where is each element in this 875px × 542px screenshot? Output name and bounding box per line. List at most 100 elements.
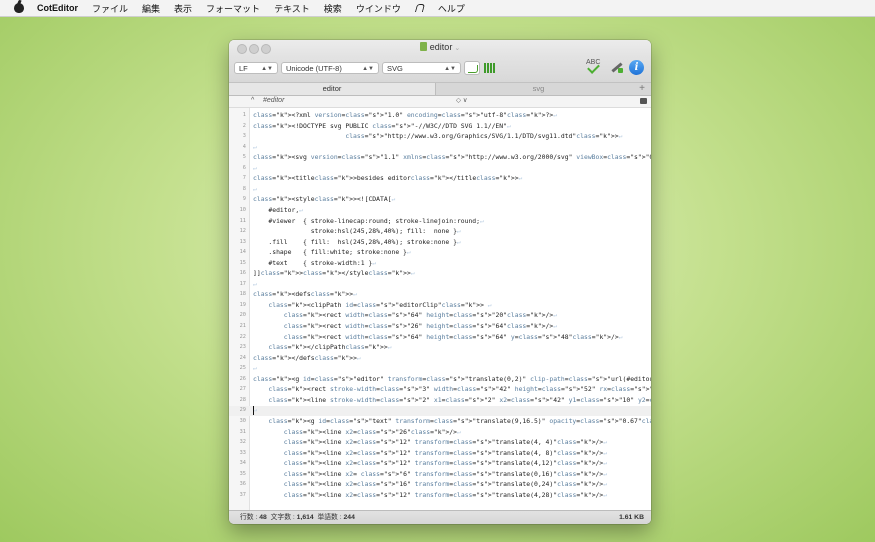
- code-line[interactable]: 32 class="k"><line x2=class="s">"12" tra…: [229, 438, 651, 448]
- code-line[interactable]: 26 class="k"><g id=class="s">"editor" tra…: [229, 375, 651, 385]
- code-text: ↵: [253, 142, 257, 151]
- line-number: 22: [239, 333, 246, 340]
- code-line[interactable]: 29 ↵: [229, 406, 651, 416]
- words-label: 単語数 :: [317, 514, 342, 521]
- code-text: class="k"></clipPathclass="k">>↵: [268, 343, 392, 352]
- outline-menu[interactable]: #editor: [263, 97, 284, 104]
- menu-view[interactable]: 表示: [174, 2, 192, 15]
- menu-app-name[interactable]: CotEditor: [37, 3, 78, 13]
- line-number: 18: [239, 291, 246, 298]
- code-line[interactable]: 18 class="k"><defsclass="k">>↵: [229, 290, 651, 300]
- document-stats: 行数 : 48 文字数 : 1,614 単語数 : 244: [240, 511, 355, 524]
- code-text: class="k"><line x2=class="s">"12" transf…: [283, 459, 608, 468]
- script-icon[interactable]: [415, 3, 424, 13]
- code-text: class="k"><line x2=class="s">"12" transf…: [283, 490, 608, 499]
- add-tab-button[interactable]: +: [639, 83, 645, 95]
- tab-editor[interactable]: editor: [229, 83, 435, 95]
- file-size: 1.61 KB: [619, 514, 644, 521]
- code-text: class="k"><styleclass="k">><![CDATA[↵: [253, 195, 396, 204]
- syntax-popup[interactable]: SVG ▲▼: [382, 62, 461, 74]
- code-line[interactable]: 17 ↵: [229, 280, 651, 290]
- code-line[interactable]: 36 class="k"><line x2=class="s">"16" tra…: [229, 480, 651, 490]
- menu-file[interactable]: ファイル: [92, 2, 128, 15]
- editor-window: editor ⌄ LF ▲▼ Unicode (UTF-8) ▲▼ SVG ▲▼ ABC…: [229, 40, 651, 524]
- code-line[interactable]: 13 .fill { fill: hsl(245,28%,40%); strok…: [229, 238, 651, 248]
- code-line[interactable]: 31 class="k"><line x2=class="s">"26"clas…: [229, 428, 651, 438]
- code-text: class="k"><titleclass="k">>besides edito…: [253, 174, 523, 183]
- code-line[interactable]: 22 class="k"><rect width=class="s">"64" …: [229, 333, 651, 343]
- code-line[interactable]: 35 class="k"><line x2= class="s">"6" tra…: [229, 470, 651, 480]
- code-line[interactable]: 11 #viewer { stroke-linecap:round; strok…: [229, 217, 651, 227]
- code-line[interactable]: 9 class="k"><styleclass="k">><![CDATA[↵: [229, 195, 651, 205]
- menu-help[interactable]: ヘルプ: [438, 2, 465, 15]
- code-line[interactable]: 19 class="k"><clipPath id=class="s">"edi…: [229, 301, 651, 311]
- line-number: 9: [242, 196, 246, 203]
- outline-nav-arrows[interactable]: ◇ ∨: [456, 96, 468, 104]
- text-editor[interactable]: 1 class="k"><?xml version=class="s">"1.0"…: [229, 108, 651, 511]
- code-text: ↵: [253, 279, 257, 288]
- code-line[interactable]: 30 class="k"><g id=class="s">"text" tran…: [229, 417, 651, 427]
- tab-svg[interactable]: svg: [435, 83, 641, 95]
- code-text: ↵: [253, 184, 257, 193]
- line-number: 29: [239, 407, 246, 414]
- code-line[interactable]: 24 class="k"></defsclass="k">>↵: [229, 354, 651, 364]
- code-line[interactable]: 34 class="k"><line x2=class="s">"12" tra…: [229, 459, 651, 469]
- code-line[interactable]: 14 .shape { fill:white; stroke:none }↵: [229, 248, 651, 258]
- line-number: 23: [239, 344, 246, 351]
- code-line[interactable]: 8 ↵: [229, 185, 651, 195]
- code-text: class="s">"http://www.w3.org/Graphics/SV…: [345, 132, 623, 141]
- document-icon: [419, 42, 427, 51]
- code-line[interactable]: 25 ↵: [229, 364, 651, 374]
- menu-find[interactable]: 検索: [324, 2, 342, 15]
- menu-format[interactable]: フォーマット: [206, 2, 260, 15]
- code-text: #editor,↵: [253, 205, 304, 214]
- chevron-down-icon[interactable]: ⌄: [454, 45, 460, 52]
- code-line[interactable]: 37 class="k"><line x2=class="s">"12" tra…: [229, 491, 651, 501]
- line-number: 36: [239, 481, 246, 488]
- code-line[interactable]: 5 class="k"><svg version=class="s">"1.1" …: [229, 153, 651, 163]
- code-text: class="k"><rect stroke-width=class="s">"…: [268, 385, 651, 394]
- menu-window[interactable]: ウインドウ: [356, 2, 401, 15]
- split-editor-icon[interactable]: [640, 98, 647, 104]
- title-bar[interactable]: editor ⌄: [229, 40, 651, 56]
- code-text: class="k"><clipPath id=class="s">"editor…: [268, 300, 492, 309]
- code-line[interactable]: 1 class="k"><?xml version=class="s">"1.0"…: [229, 111, 651, 121]
- code-line[interactable]: 4 ↵: [229, 143, 651, 153]
- code-line[interactable]: 2 class="k"><!DOCTYPE svg PUBLIC class="s…: [229, 122, 651, 132]
- caret-up-icon[interactable]: ^: [251, 97, 254, 104]
- code-line[interactable]: 7 class="k"><titleclass="k">>besides edit…: [229, 174, 651, 184]
- chars-count: 1,614: [296, 514, 314, 521]
- line-ending-popup[interactable]: LF ▲▼: [234, 62, 278, 74]
- code-line[interactable]: 28 class="k"><line stroke-width=class="s…: [229, 396, 651, 406]
- line-number: 24: [239, 354, 246, 361]
- code-line[interactable]: 6 ↵: [229, 164, 651, 174]
- line-number: 33: [239, 449, 246, 456]
- code-line[interactable]: 10 #editor,↵: [229, 206, 651, 216]
- code-text: class="k"><line x2=class="s">"16" transf…: [283, 480, 608, 489]
- apple-icon[interactable]: [14, 3, 24, 13]
- code-text: class="k"><?xml version=class="s">"1.0" …: [253, 111, 558, 119]
- code-text: class="k"><!DOCTYPE svg PUBLIC class="s"…: [253, 121, 511, 130]
- encoding-popup[interactable]: Unicode (UTF-8) ▲▼: [281, 62, 379, 74]
- code-line[interactable]: 15 #text { stroke-width:1 }↵: [229, 259, 651, 269]
- menu-edit[interactable]: 編集: [142, 2, 160, 15]
- info-icon[interactable]: i: [629, 60, 644, 75]
- code-text: class="k"><rect width=class="s">"64" hei…: [283, 332, 623, 341]
- code-line[interactable]: 3 class="s">"http://www.w3.org/Graphics/…: [229, 132, 651, 142]
- spell-check-button[interactable]: ABC: [583, 56, 603, 82]
- line-number: 21: [239, 323, 246, 329]
- line-ending-value: LF: [239, 64, 248, 73]
- code-line[interactable]: 12 stroke:hsl(245,28%,40%); fill: none }…: [229, 227, 651, 237]
- line-number: 5: [242, 154, 246, 161]
- invisibles-icon[interactable]: [484, 63, 496, 73]
- code-line[interactable]: 33 class="k"><line x2=class="s">"12" tra…: [229, 449, 651, 459]
- code-line[interactable]: 21 class="k"><rect width=class="s">"26" …: [229, 322, 651, 332]
- code-line[interactable]: 23 class="k"></clipPathclass="k">>↵: [229, 343, 651, 353]
- code-line[interactable]: 20 class="k"><rect width=class="s">"64" …: [229, 311, 651, 321]
- code-line[interactable]: 16]]class="k">>class="k"></styleclass="k…: [229, 269, 651, 279]
- pen-icon[interactable]: [609, 61, 625, 75]
- wrap-lines-button[interactable]: [464, 61, 480, 75]
- menu-text[interactable]: テキスト: [274, 2, 310, 15]
- code-line[interactable]: 27 class="k"><rect stroke-width=class="s…: [229, 385, 651, 395]
- code-text: class="k"><defsclass="k">>↵: [253, 290, 357, 299]
